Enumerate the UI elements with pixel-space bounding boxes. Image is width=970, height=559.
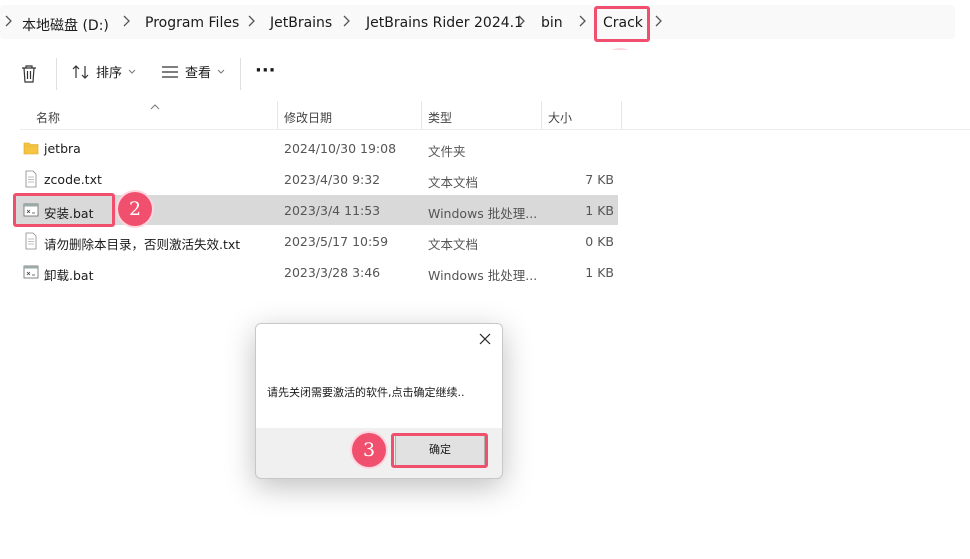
column-header-date[interactable]: 修改日期: [284, 109, 332, 126]
sort-icon: [72, 64, 89, 79]
file-date: 2023/4/30 9:32: [284, 172, 381, 187]
chevron-right-icon: [248, 14, 256, 28]
sort-button[interactable]: 排序: [72, 62, 136, 81]
text-file-icon: [25, 170, 37, 188]
file-name: 请勿删除本目录，否则激活失效.txt: [44, 237, 241, 252]
chevron-right-icon: [579, 14, 587, 28]
dialog-titlebar: [256, 324, 502, 354]
column-divider[interactable]: [541, 101, 542, 129]
column-header-row: 名称 修改日期 类型 大小: [20, 101, 970, 130]
dialog-message: 请先关闭需要激活的软件,点击确定继续..: [267, 386, 465, 399]
view-label: 查看: [185, 66, 212, 81]
chevron-right-icon: [123, 14, 131, 28]
command-bar: 排序 查看 ···: [0, 50, 970, 98]
breadcrumb-item-jetbrains[interactable]: JetBrains: [270, 15, 332, 31]
more-options-button[interactable]: ···: [255, 60, 276, 81]
chevron-down-icon: [128, 69, 136, 74]
breadcrumb-item-rider[interactable]: JetBrains Rider 2024.1: [366, 15, 523, 31]
file-date: 2023/3/28 3:46: [284, 265, 381, 280]
column-divider[interactable]: [621, 101, 622, 129]
annotation-badge-3: 3: [352, 433, 386, 467]
column-header-size[interactable]: 大小: [548, 109, 572, 126]
file-type: 文件夹: [428, 144, 466, 159]
file-date: 2024/10/30 19:08: [284, 141, 397, 156]
chevron-right-icon: [518, 14, 526, 28]
file-type: 文本文档: [428, 175, 479, 190]
file-size: 1 KB: [585, 203, 614, 218]
breadcrumb-item-drive[interactable]: 本地磁盘 (D:): [22, 15, 109, 35]
file-name: jetbra: [44, 141, 81, 156]
column-header-type[interactable]: 类型: [428, 109, 452, 126]
dialog-body: 请先关闭需要激活的软件,点击确定继续..: [256, 354, 502, 428]
chevron-right-icon: [5, 14, 13, 28]
file-row-zcode[interactable]: zcode.txt 2023/4/30 9:32 文本文档 7 KB: [15, 164, 618, 194]
file-size: 1 KB: [585, 265, 614, 280]
file-size: 7 KB: [585, 172, 614, 187]
batch-file-icon: [23, 265, 39, 279]
view-button[interactable]: 查看: [161, 62, 225, 81]
breadcrumb-item-bin[interactable]: bin: [541, 15, 563, 31]
column-divider[interactable]: [277, 101, 278, 129]
toolbar-divider: [240, 58, 241, 90]
chevron-right-icon: [343, 14, 351, 28]
column-divider[interactable]: [421, 101, 422, 129]
highlight-box-install-bat: [13, 193, 115, 227]
list-view-icon: [162, 65, 178, 78]
file-size: 0 KB: [585, 234, 614, 249]
file-date: 2023/3/4 11:53: [284, 203, 381, 218]
folder-icon: [23, 142, 39, 155]
file-row-uninstall-bat[interactable]: 卸载.bat 2023/3/28 3:46 Windows 批处理... 1 K…: [15, 257, 618, 287]
highlight-box-ok-button: [391, 433, 488, 468]
trash-icon: [22, 65, 36, 83]
file-type: 文本文档: [428, 237, 479, 252]
annotation-badge-2: 2: [118, 192, 152, 226]
text-file-icon: [25, 232, 37, 250]
file-date: 2023/5/17 10:59: [284, 234, 389, 249]
toolbar-divider: [56, 58, 57, 90]
chevron-right-icon[interactable]: [655, 14, 663, 28]
sort-label: 排序: [96, 66, 123, 81]
breadcrumb-item-program-files[interactable]: Program Files: [145, 15, 239, 31]
file-row-readme[interactable]: 请勿删除本目录，否则激活失效.txt 2023/5/17 10:59 文本文档 …: [15, 226, 618, 256]
file-type: Windows 批处理...: [428, 268, 538, 283]
close-icon[interactable]: [476, 330, 494, 348]
file-name: 卸载.bat: [44, 268, 94, 283]
sort-ascending-icon: [150, 99, 160, 114]
column-header-name[interactable]: 名称: [36, 109, 60, 126]
chevron-down-icon: [217, 69, 225, 74]
address-bar[interactable]: 本地磁盘 (D:) Program Files JetBrains JetBra…: [0, 0, 970, 46]
file-name: zcode.txt: [44, 172, 102, 187]
file-type: Windows 批处理...: [428, 206, 538, 221]
delete-button[interactable]: [20, 64, 38, 84]
file-row-jetbra[interactable]: jetbra 2024/10/30 19:08 文件夹: [15, 133, 618, 163]
highlight-box-crack: [594, 6, 650, 42]
